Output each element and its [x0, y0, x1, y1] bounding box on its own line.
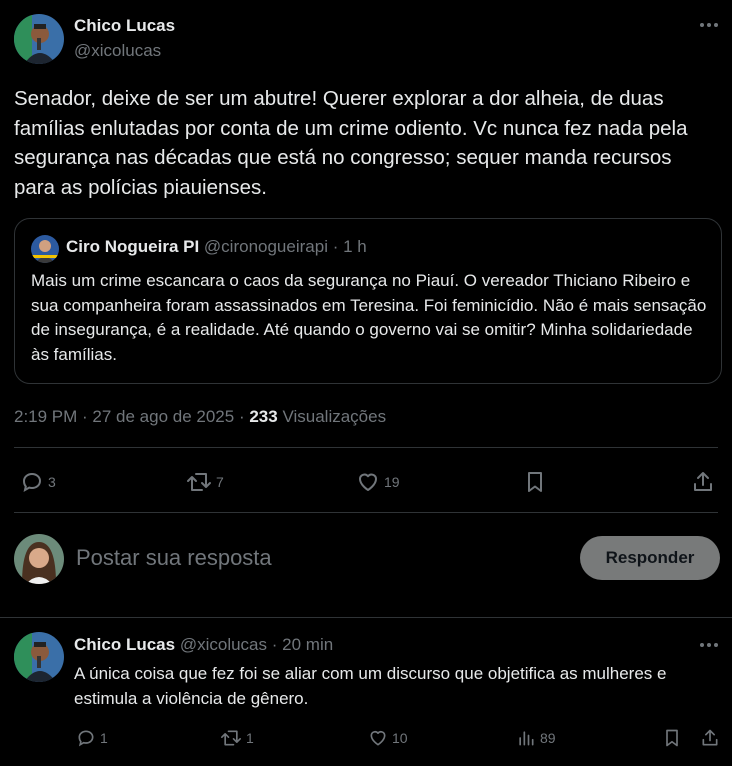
retweet-button[interactable]: 7: [186, 470, 224, 494]
retweet-icon: [186, 470, 212, 494]
reply-button[interactable]: 1: [76, 728, 108, 748]
reply-author-handle[interactable]: @xicolucas: [180, 635, 267, 654]
bookmark-icon[interactable]: [523, 470, 547, 494]
divider: [0, 617, 732, 618]
reply-icon: [76, 728, 96, 748]
views-button[interactable]: 89: [516, 728, 556, 748]
retweet-count: 7: [216, 474, 224, 490]
divider: [14, 512, 718, 513]
reply-time[interactable]: 20 min: [282, 635, 333, 654]
views-count: 89: [540, 730, 556, 746]
reply-submit-button[interactable]: Responder: [580, 536, 720, 580]
retweet-button[interactable]: 1: [220, 728, 254, 748]
separator: ·: [332, 237, 339, 256]
reply-count: 3: [48, 474, 56, 490]
like-button[interactable]: 10: [368, 728, 408, 748]
like-count: 19: [384, 474, 400, 490]
views-label: Visualizações: [282, 407, 387, 426]
divider: [14, 447, 718, 448]
share-icon[interactable]: [700, 728, 720, 748]
heart-icon: [356, 470, 380, 494]
quoted-avatar: [31, 235, 59, 263]
reply-input[interactable]: [76, 540, 556, 576]
reply-author-name[interactable]: Chico Lucas: [74, 635, 175, 654]
reply-count: 1: [100, 730, 108, 746]
more-options-icon[interactable]: [698, 638, 720, 652]
share-icon[interactable]: [691, 470, 715, 494]
quoted-tweet[interactable]: Ciro Nogueira PI @cironogueirapi · 1 h M…: [14, 218, 722, 384]
retweet-icon: [220, 728, 242, 748]
heart-icon: [368, 728, 388, 748]
quoted-time[interactable]: 1 h: [343, 237, 367, 256]
reply-avatar[interactable]: [14, 632, 64, 682]
views-count: 233: [249, 407, 278, 426]
quoted-author-handle[interactable]: @cironogueirapi: [204, 237, 328, 256]
analytics-icon: [516, 728, 536, 748]
quoted-author-name[interactable]: Ciro Nogueira PI: [66, 237, 199, 256]
tweet-text: Senador, deixe de ser um abutre! Querer …: [14, 87, 688, 199]
bookmark-icon[interactable]: [662, 728, 682, 748]
author-name[interactable]: Chico Lucas: [74, 16, 175, 36]
like-count: 10: [392, 730, 408, 746]
reply-text: A única coisa que fez foi se aliar com u…: [74, 664, 667, 708]
retweet-count: 1: [246, 730, 254, 746]
author-handle[interactable]: @xicolucas: [74, 41, 161, 61]
quoted-text: Mais um crime escancara o caos da segura…: [31, 271, 707, 364]
separator: ·: [271, 635, 278, 654]
reply-button[interactable]: 3: [20, 470, 56, 494]
like-button[interactable]: 19: [356, 470, 400, 494]
avatar[interactable]: [14, 14, 64, 64]
tweet-timestamp[interactable]: 2:19 PM · 27 de ago de 2025 ·: [14, 407, 245, 426]
reply-icon: [20, 470, 44, 494]
user-avatar[interactable]: [14, 534, 64, 584]
more-options-icon[interactable]: [698, 18, 720, 32]
